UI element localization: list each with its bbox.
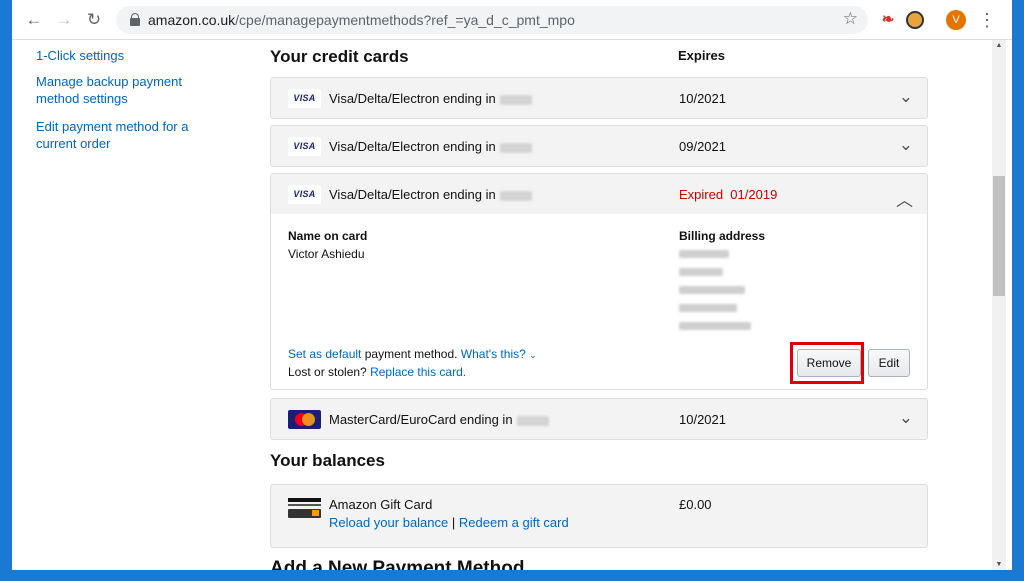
vertical-scrollbar[interactable]: ▲ ▼ [992, 40, 1006, 570]
set-default-line: Set as default payment method. What's th… [288, 347, 537, 361]
gift-card-balance-box: Amazon Gift Card £0.00 Reload your balan… [270, 484, 928, 548]
url-text[interactable]: amazon.co.uk/cpe/managepaymentmethods?re… [148, 12, 575, 28]
balances-title: Your balances [270, 451, 385, 470]
visa-logo-icon: VISA [288, 137, 321, 156]
billing-address-label: Billing address [679, 229, 766, 243]
scroll-down-icon[interactable]: ▼ [994, 561, 1004, 568]
bookmark-star-icon[interactable]: ☆ [843, 9, 858, 29]
card-row[interactable]: MasterCard/EuroCard ending in 10/2021 ⌄ [270, 398, 928, 440]
redacted-digits [499, 142, 532, 153]
reload-icon[interactable]: ↻ [84, 10, 104, 30]
chevron-down-icon[interactable]: ⌄ [899, 135, 913, 155]
card-row-expanded[interactable]: VISA Visa/Delta/Electron ending in Expir… [270, 173, 928, 215]
card-name: MasterCard/EuroCard ending in [329, 412, 549, 427]
name-on-card-value: Victor Ashiedu [288, 247, 365, 261]
redacted-digits [499, 94, 532, 105]
scrollbar-thumb[interactable] [993, 176, 1005, 296]
address-bar[interactable]: amazon.co.uk/cpe/managepaymentmethods?re… [116, 6, 868, 34]
forward-arrow-icon[interactable]: → [54, 10, 74, 30]
lock-icon [130, 13, 140, 26]
card-row[interactable]: VISA Visa/Delta/Electron ending in 09/20… [270, 125, 928, 167]
reload-balance-link[interactable]: Reload your balance [329, 515, 448, 530]
browser-menu-icon[interactable]: ⋮ [978, 9, 996, 31]
gift-card-icon [288, 498, 321, 519]
scroll-up-icon[interactable]: ▲ [994, 42, 1004, 49]
gift-card-name: Amazon Gift Card [329, 497, 433, 512]
redacted-digits [499, 190, 532, 201]
sidebar-link-1-click-settings[interactable]: 1-Click settings [36, 47, 216, 64]
sidebar-link-backup-payment[interactable]: Manage backup payment method settings [36, 73, 216, 107]
extension-icon[interactable]: ❧ [879, 11, 897, 29]
card-details-panel: Name on card Victor Ashiedu Billing addr… [270, 214, 928, 390]
chevron-down-icon: ⌄ [529, 350, 537, 360]
set-default-link[interactable]: Set as default [288, 347, 361, 361]
replace-card-link[interactable]: Replace this card. [370, 365, 466, 379]
redacted-address-line [679, 286, 745, 294]
page-content: 1-Click settings Manage backup payment m… [12, 40, 992, 570]
redacted-digits [516, 415, 549, 426]
card-name: Visa/Delta/Electron ending in [329, 187, 532, 202]
chevron-down-icon[interactable]: ⌄ [899, 408, 913, 428]
edit-button[interactable]: Edit [868, 349, 910, 377]
sidebar-link-edit-payment-order[interactable]: Edit payment method for a current order [36, 118, 216, 152]
card-expiry-expired: Expired 01/2019 [679, 187, 778, 202]
redeem-gift-card-link[interactable]: Redeem a gift card [459, 515, 569, 530]
remove-highlight-box [790, 342, 864, 384]
browser-window: ← → ↻ amazon.co.uk/cpe/managepaymentmeth… [12, 0, 1012, 570]
name-on-card-label: Name on card [288, 229, 368, 243]
card-expiry: 10/2021 [679, 412, 726, 427]
redacted-address-line [679, 322, 751, 330]
card-name: Visa/Delta/Electron ending in [329, 139, 532, 154]
whats-this-link[interactable]: What's this? ⌄ [461, 347, 537, 361]
gift-card-amount: £0.00 [679, 497, 712, 512]
browser-toolbar: ← → ↻ amazon.co.uk/cpe/managepaymentmeth… [12, 0, 1012, 40]
card-name: Visa/Delta/Electron ending in [329, 91, 532, 106]
card-expiry: 10/2021 [679, 91, 726, 106]
visa-logo-icon: VISA [288, 185, 321, 204]
gift-card-links: Reload your balance | Redeem a gift card [329, 515, 569, 530]
credit-cards-title: Your credit cards [270, 47, 409, 66]
card-expiry: 09/2021 [679, 139, 726, 154]
profile-avatar[interactable]: V [946, 10, 966, 30]
visa-logo-icon: VISA [288, 89, 321, 108]
lost-stolen-line: Lost or stolen? Replace this card. [288, 365, 467, 379]
chevron-down-icon[interactable]: ⌄ [899, 87, 913, 107]
add-payment-method-title: Add a New Payment Method [270, 558, 525, 570]
mastercard-logo-icon [288, 410, 321, 429]
redacted-address-line [679, 268, 723, 276]
chevron-up-icon[interactable]: ︿ [896, 186, 913, 211]
back-arrow-icon[interactable]: ← [24, 10, 44, 30]
redacted-address-line [679, 304, 737, 312]
extension-icon[interactable] [906, 11, 924, 29]
card-row[interactable]: VISA Visa/Delta/Electron ending in 10/20… [270, 77, 928, 119]
redacted-address-line [679, 250, 729, 258]
expires-column-header: Expires [678, 48, 725, 63]
